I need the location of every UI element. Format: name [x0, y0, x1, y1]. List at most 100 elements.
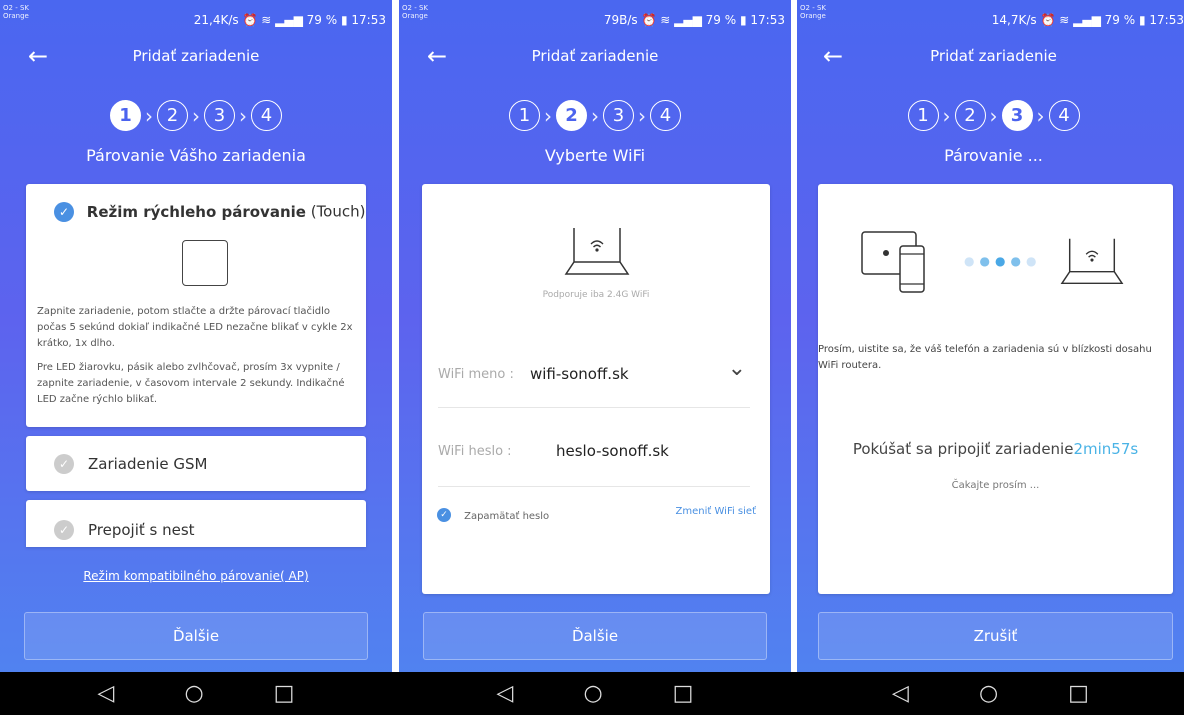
- next-button[interactable]: Ďalšie: [423, 612, 767, 660]
- network-speed: 14,7K/s: [991, 13, 1037, 27]
- wifi-name-label: WiFi meno :: [438, 367, 514, 382]
- battery-icon: ▮: [739, 13, 747, 27]
- chevron-right-icon: ›: [145, 103, 153, 128]
- chevron-down-icon[interactable]: ⌄: [728, 356, 746, 381]
- battery-icon: ▮: [340, 13, 348, 27]
- carrier-label-2: Orange: [800, 12, 826, 20]
- carrier-label: O2 - SK: [402, 4, 428, 12]
- wifi-pass-value: heslo-sonoff.sk: [556, 442, 669, 460]
- page-title: Pridať zariadenie: [930, 47, 1057, 65]
- step-2: 2: [556, 100, 587, 131]
- router-icon: [1060, 238, 1124, 285]
- wifi-icon: ≋: [660, 13, 671, 27]
- wifi-name-value: wifi-sonoff.sk: [530, 365, 629, 383]
- wifi-form-card: Podporuje iba 2.4G WiFi WiFi meno : wifi…: [422, 184, 770, 594]
- carrier-label: O2 - SK: [3, 4, 29, 12]
- signal-icon: ▂▄▆: [1073, 13, 1101, 27]
- remember-label: Zapamätať heslo: [464, 511, 550, 522]
- chevron-right-icon: ›: [989, 103, 998, 128]
- option-title: Prepojiť s nest: [88, 521, 195, 539]
- change-wifi-link[interactable]: Zmeniť WiFi sieť: [676, 506, 756, 517]
- wifi-icon: ≋: [261, 13, 272, 27]
- step-4: 4: [1048, 100, 1080, 131]
- system-nav-bar: ◁ ○ □: [797, 672, 1184, 715]
- step-indicator: 1 › 2 › 3 › 4: [0, 100, 392, 131]
- step-indicator: 1 › 2 › 3 › 4: [399, 100, 791, 131]
- chevron-right-icon: ›: [942, 103, 951, 128]
- compat-mode-link[interactable]: Režim kompatibilného párovanie( AP): [0, 569, 392, 583]
- back-triangle-icon[interactable]: ◁: [892, 682, 909, 705]
- pairing-progress-card: ●●●●● Prosím, uistite sa, že váš telefón…: [818, 184, 1173, 594]
- screen-pairing-step-3: O2 - SK Orange 14,7K/s ⏰ ≋ ▂▄▆ 79 % ▮ 17:…: [797, 0, 1184, 715]
- chevron-right-icon: ›: [591, 103, 599, 128]
- clock: 17:53: [351, 13, 386, 27]
- option-description-2: Pre LED žiarovku, pásik alebo zvlhčovač,…: [37, 362, 345, 405]
- step-4: 4: [650, 100, 681, 131]
- back-triangle-icon[interactable]: ◁: [497, 682, 514, 705]
- wifi-name-field[interactable]: WiFi meno : wifi-sonoff.sk ⌄: [438, 352, 750, 408]
- nest-option[interactable]: ✓ Prepojiť s nest: [26, 500, 366, 547]
- proximity-note: Prosím, uistite sa, že váš telefón a zar…: [818, 344, 1152, 371]
- step-indicator: 1 › 2 › 3 › 4: [803, 100, 1184, 131]
- wifi-icon: ≋: [1059, 13, 1070, 27]
- step-1: 1: [509, 100, 540, 131]
- carrier-label: O2 - SK: [800, 4, 826, 12]
- system-nav-bar: ◁ ○ □: [399, 672, 791, 715]
- status-bar: O2 - SK Orange 21,4K/s ⏰ ≋ ▂▄▆ 79 % ▮ 17:…: [0, 0, 392, 40]
- clock: 17:53: [1149, 13, 1184, 27]
- remember-password-checkbox[interactable]: ✓ Zapamätať heslo: [437, 504, 549, 523]
- signal-icon: ▂▄▆: [275, 13, 303, 27]
- separator: [392, 0, 399, 672]
- screen-pairing-step-2: O2 - SK Orange 79B/s ⏰ ≋ ▂▄▆ 79 % ▮ 17:53…: [399, 0, 791, 715]
- checkmark-icon: ✓: [54, 202, 74, 222]
- recents-square-icon[interactable]: □: [274, 682, 295, 705]
- progress-dots: ●●●●●: [964, 254, 1042, 268]
- back-triangle-icon[interactable]: ◁: [98, 682, 115, 705]
- step-4: 4: [251, 100, 282, 131]
- wait-label: Čakajte prosím ...: [951, 480, 1040, 491]
- step-subtitle: Párovanie ...: [944, 146, 1043, 165]
- clock: 17:53: [750, 13, 785, 27]
- page-title: Pridať zariadenie: [132, 47, 260, 65]
- home-circle-icon[interactable]: ○: [979, 682, 998, 705]
- step-3: 3: [1001, 100, 1033, 131]
- wifi-pass-label: WiFi heslo :: [438, 444, 512, 459]
- alarm-icon: ⏰: [242, 13, 258, 27]
- recents-square-icon[interactable]: □: [673, 682, 694, 705]
- option-title: Režim rýchleho párovanie: [86, 202, 306, 221]
- step-subtitle: Párovanie Vášho zariadenia: [86, 146, 306, 165]
- home-circle-icon[interactable]: ○: [184, 682, 203, 705]
- recents-square-icon[interactable]: □: [1068, 682, 1089, 705]
- step-2: 2: [157, 100, 188, 131]
- gsm-option[interactable]: ✓ Zariadenie GSM: [26, 436, 366, 491]
- network-speed: 21,4K/s: [193, 13, 239, 27]
- option-suffix: (Touch): [305, 202, 366, 221]
- wifi-password-field[interactable]: WiFi heslo : heslo-sonoff.sk: [438, 432, 750, 487]
- battery-percent: 79 %: [1104, 13, 1136, 27]
- router-icon: [564, 228, 630, 275]
- support-note: Podporuje iba 2.4G WiFi: [542, 290, 650, 300]
- system-nav-bar: ◁ ○ □: [0, 672, 392, 715]
- page-title: Pridať zariadenie: [531, 47, 659, 65]
- quick-pairing-option[interactable]: ✓ Režim rýchleho párovanie (Touch) Zapni…: [26, 184, 366, 427]
- cancel-button[interactable]: Zrušiť: [818, 612, 1173, 660]
- carrier-label-2: Orange: [3, 12, 29, 20]
- home-circle-icon[interactable]: ○: [583, 682, 602, 705]
- next-button[interactable]: Ďalšie: [24, 612, 368, 660]
- step-2: 2: [954, 100, 986, 131]
- step-subtitle: Vyberte WiFi: [544, 146, 646, 165]
- battery-icon: ▮: [1138, 13, 1146, 27]
- chevron-right-icon: ›: [544, 103, 552, 128]
- chevron-right-icon: ›: [192, 103, 200, 128]
- screen-pairing-step-1: O2 - SK Orange 21,4K/s ⏰ ≋ ▂▄▆ 79 % ▮ 17:…: [0, 0, 392, 715]
- step-3: 3: [204, 100, 235, 131]
- step-1: 1: [907, 100, 939, 131]
- connecting-label: Pokúšať sa pripojiť zariadenie: [852, 440, 1074, 458]
- step-1: 1: [110, 100, 141, 131]
- carrier-label-2: Orange: [402, 12, 428, 20]
- chevron-right-icon: ›: [638, 103, 646, 128]
- battery-percent: 79 %: [306, 13, 338, 27]
- status-bar: O2 - SK Orange 14,7K/s ⏰ ≋ ▂▄▆ 79 % ▮ 17:…: [797, 0, 1184, 40]
- status-bar: O2 - SK Orange 79B/s ⏰ ≋ ▂▄▆ 79 % ▮ 17:53: [399, 0, 791, 40]
- checkmark-icon: ✓: [54, 520, 74, 540]
